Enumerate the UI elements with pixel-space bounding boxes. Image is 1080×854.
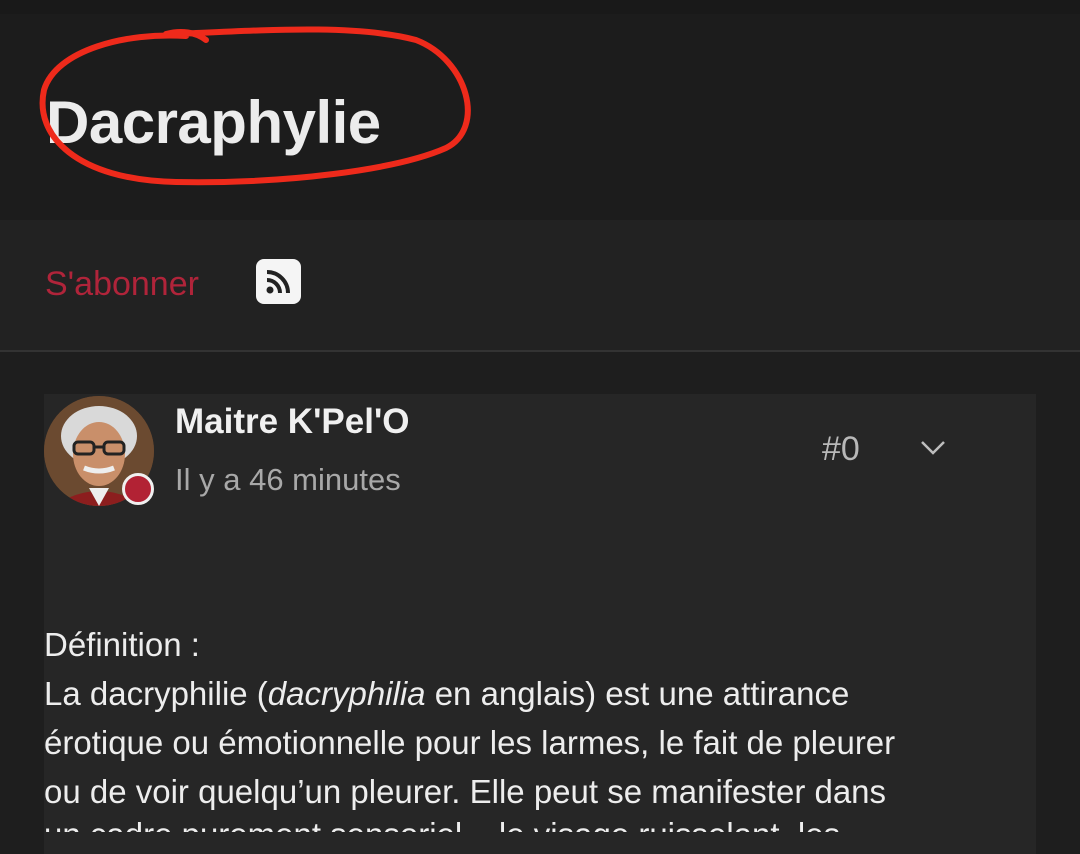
topic-actions-bar: S'abonner (0, 220, 1080, 352)
red-circle-annotation (39, 26, 471, 186)
post-body: Définition : La dacryphilie (dacryphilia… (44, 620, 1034, 816)
post-timestamp[interactable]: Il y a 46 minutes (175, 462, 401, 498)
post-paragraph-line: ou de voir quelqu’un pleurer. Elle peut … (44, 773, 887, 810)
post-author[interactable]: Maitre K'Pel'O (175, 402, 410, 442)
chevron-down-icon[interactable] (918, 436, 948, 458)
post-number[interactable]: #0 (822, 430, 860, 469)
italic-term: dacryphilia (267, 675, 426, 712)
subscribe-button[interactable]: S'abonner (45, 265, 199, 304)
post-heading: Définition : (44, 626, 200, 663)
rss-icon[interactable] (256, 259, 301, 304)
post-paragraph-line: La dacryphilie (dacryphilia en anglais) … (44, 675, 850, 712)
top-strip (0, 0, 1080, 14)
post-paragraph-line-cut: un cadre purement sensoriel – le visage … (44, 818, 1044, 832)
post-card: Maitre K'Pel'O Il y a 46 minutes #0 Défi… (44, 394, 1036, 854)
post-paragraph-line: érotique ou émotionnelle pour les larmes… (44, 724, 896, 761)
online-status-icon (122, 473, 154, 505)
